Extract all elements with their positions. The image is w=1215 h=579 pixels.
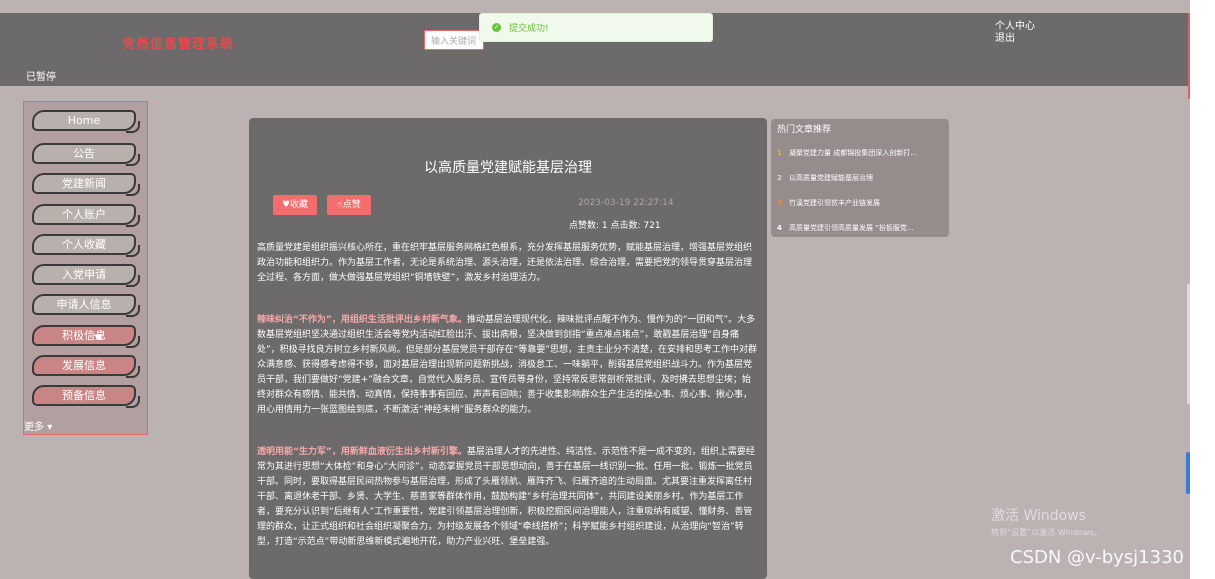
sidebar-item-account[interactable]: 个人账户 — [32, 204, 140, 227]
paragraph-2-heading: 辣味纠治“不作为”，用组织生活批评出乡村新气象。 — [257, 315, 467, 325]
user-links: 个人中心 退出 — [995, 21, 1035, 45]
toast-message: 提交成功! — [509, 24, 549, 34]
hot-article-2[interactable]: 2 以高质量党建赋能基层治理 — [777, 173, 945, 185]
caret-down-icon: ▾ — [47, 422, 53, 433]
sidebar-item-application[interactable]: 入党申请 — [32, 264, 140, 287]
sidebar-item-probation-info[interactable]: 预备信息 — [32, 385, 140, 408]
activate-windows-watermark: 激活 Windows — [991, 508, 1086, 524]
hot-article-2-title: 以高质量党建赋能基层治理 — [789, 174, 873, 182]
paused-label: 已暂停 — [26, 72, 56, 83]
article-stats: 点赞数: 1 点击数: 721 — [569, 221, 661, 231]
like-button[interactable]: ☝点赞 — [327, 195, 371, 215]
rank-4-icon: 4 — [777, 224, 782, 232]
article-title: 以高质量党建赋能基层治理 — [424, 160, 592, 176]
activate-windows-hint: 转到“设置”以激活 Windows。 — [991, 528, 1102, 537]
like-label: 点赞 — [342, 200, 361, 210]
site-logo[interactable]: 党员信息管理系统 — [122, 33, 234, 52]
heart-icon: ♥ — [281, 200, 291, 210]
hot-articles-title: 热门文章推荐 — [777, 125, 832, 135]
logout-link[interactable]: 退出 — [995, 33, 1035, 45]
user-center-link[interactable]: 个人中心 — [995, 21, 1035, 33]
hot-article-4-title: 高质量党建引领高质量发展 “扮扳服党... — [789, 224, 914, 232]
paragraph-3: 透明用能“生力军”，用新鲜血液衍生出乡村新引擎。基层治理人才的先进性、纯洁性、示… — [257, 445, 759, 550]
hot-article-1[interactable]: 1 凝聚党建力量 成都锦投集团深入创新打... — [777, 148, 945, 160]
paragraph-3-heading: 透明用能“生力军”，用新鲜血液衍生出乡村新引擎。 — [257, 447, 467, 457]
success-toast: ✓ 提交成功! — [479, 13, 713, 42]
hot-article-4[interactable]: 4 高质量党建引领高质量发展 “扮扳服党... — [777, 223, 945, 235]
more-menu[interactable]: 更多 ▾ — [24, 418, 52, 433]
app-window: 党员信息管理系统 输入关键词 个人中心 退出 已暂停 ✓ 提交成功! Home … — [0, 0, 1190, 579]
sidebar-item-favorites[interactable]: 个人收藏 — [32, 234, 140, 257]
sidebar-item-notice[interactable]: 公告 — [32, 143, 140, 166]
sidebar-item-applicant-info[interactable]: 申请人信息 — [32, 294, 140, 317]
rank-3-icon: 3 — [777, 199, 782, 207]
csdn-watermark: CSDN @v-bysj1330 — [1010, 547, 1184, 568]
mouse-cursor-icon: ☚ — [92, 330, 103, 344]
article-card: 以高质量党建赋能基层治理 ♥收藏 ☝点赞 2023-03-19 22:27:14… — [249, 118, 767, 579]
paragraph-1: 高质量党建是组织振兴核心所在，重在织牢基层服务网格红色根系，充分发挥基层服务优势… — [257, 243, 753, 283]
sidebar-item-development-info[interactable]: 发展信息 — [32, 355, 140, 378]
sidebar-item-news[interactable]: 党建新闻 — [32, 173, 140, 196]
sidebar-item-home[interactable]: Home — [32, 110, 140, 133]
right-margin — [1190, 0, 1215, 579]
article-body: 高质量党建是组织振兴核心所在，重在织牢基层服务网格红色根系，充分发挥基层服务优势… — [257, 241, 759, 577]
search-input[interactable]: 输入关键词 — [424, 30, 484, 50]
hot-article-3[interactable]: 3 竹溪党建引领贫丰产业链发展 — [777, 198, 945, 210]
paragraph-2: 辣味纠治“不作为”，用组织生活批评出乡村新气象。推动基层治理现代化，辣味批评点醒… — [257, 313, 759, 418]
sidebar-item-active-info[interactable]: 积极信息 — [32, 325, 140, 348]
collect-button[interactable]: ♥收藏 — [273, 195, 317, 215]
paragraph-3-text: 基层治理人才的先进性、纯洁性、示范性不是一成不变的，组织上需要经常为其进行思想“… — [257, 447, 755, 547]
rank-1-icon: 1 — [777, 149, 782, 157]
sidebar-menu: Home 公告 党建新闻 个人账户 个人收藏 入党申请 申请人信息 积极信息 发… — [23, 101, 148, 435]
hot-article-1-title: 凝聚党建力量 成都锦投集团深入创新打... — [789, 149, 917, 157]
rank-2-icon: 2 — [777, 174, 782, 182]
more-label: 更多 — [24, 422, 44, 433]
check-circle-icon: ✓ — [492, 23, 501, 32]
hot-article-3-title: 竹溪党建引领贫丰产业链发展 — [789, 199, 880, 207]
article-date: 2023-03-19 22:27:14 — [578, 198, 674, 208]
paragraph-2-text: 推动基层治理现代化，辣味批评点醒不作为、慢作为的“一团和气”。大多数基层党组织坚… — [257, 315, 757, 415]
collect-label: 收藏 — [290, 200, 309, 210]
hot-articles-panel: 热门文章推荐 1 凝聚党建力量 成都锦投集团深入创新打... 2 以高质量党建赋能基… — [771, 119, 949, 237]
